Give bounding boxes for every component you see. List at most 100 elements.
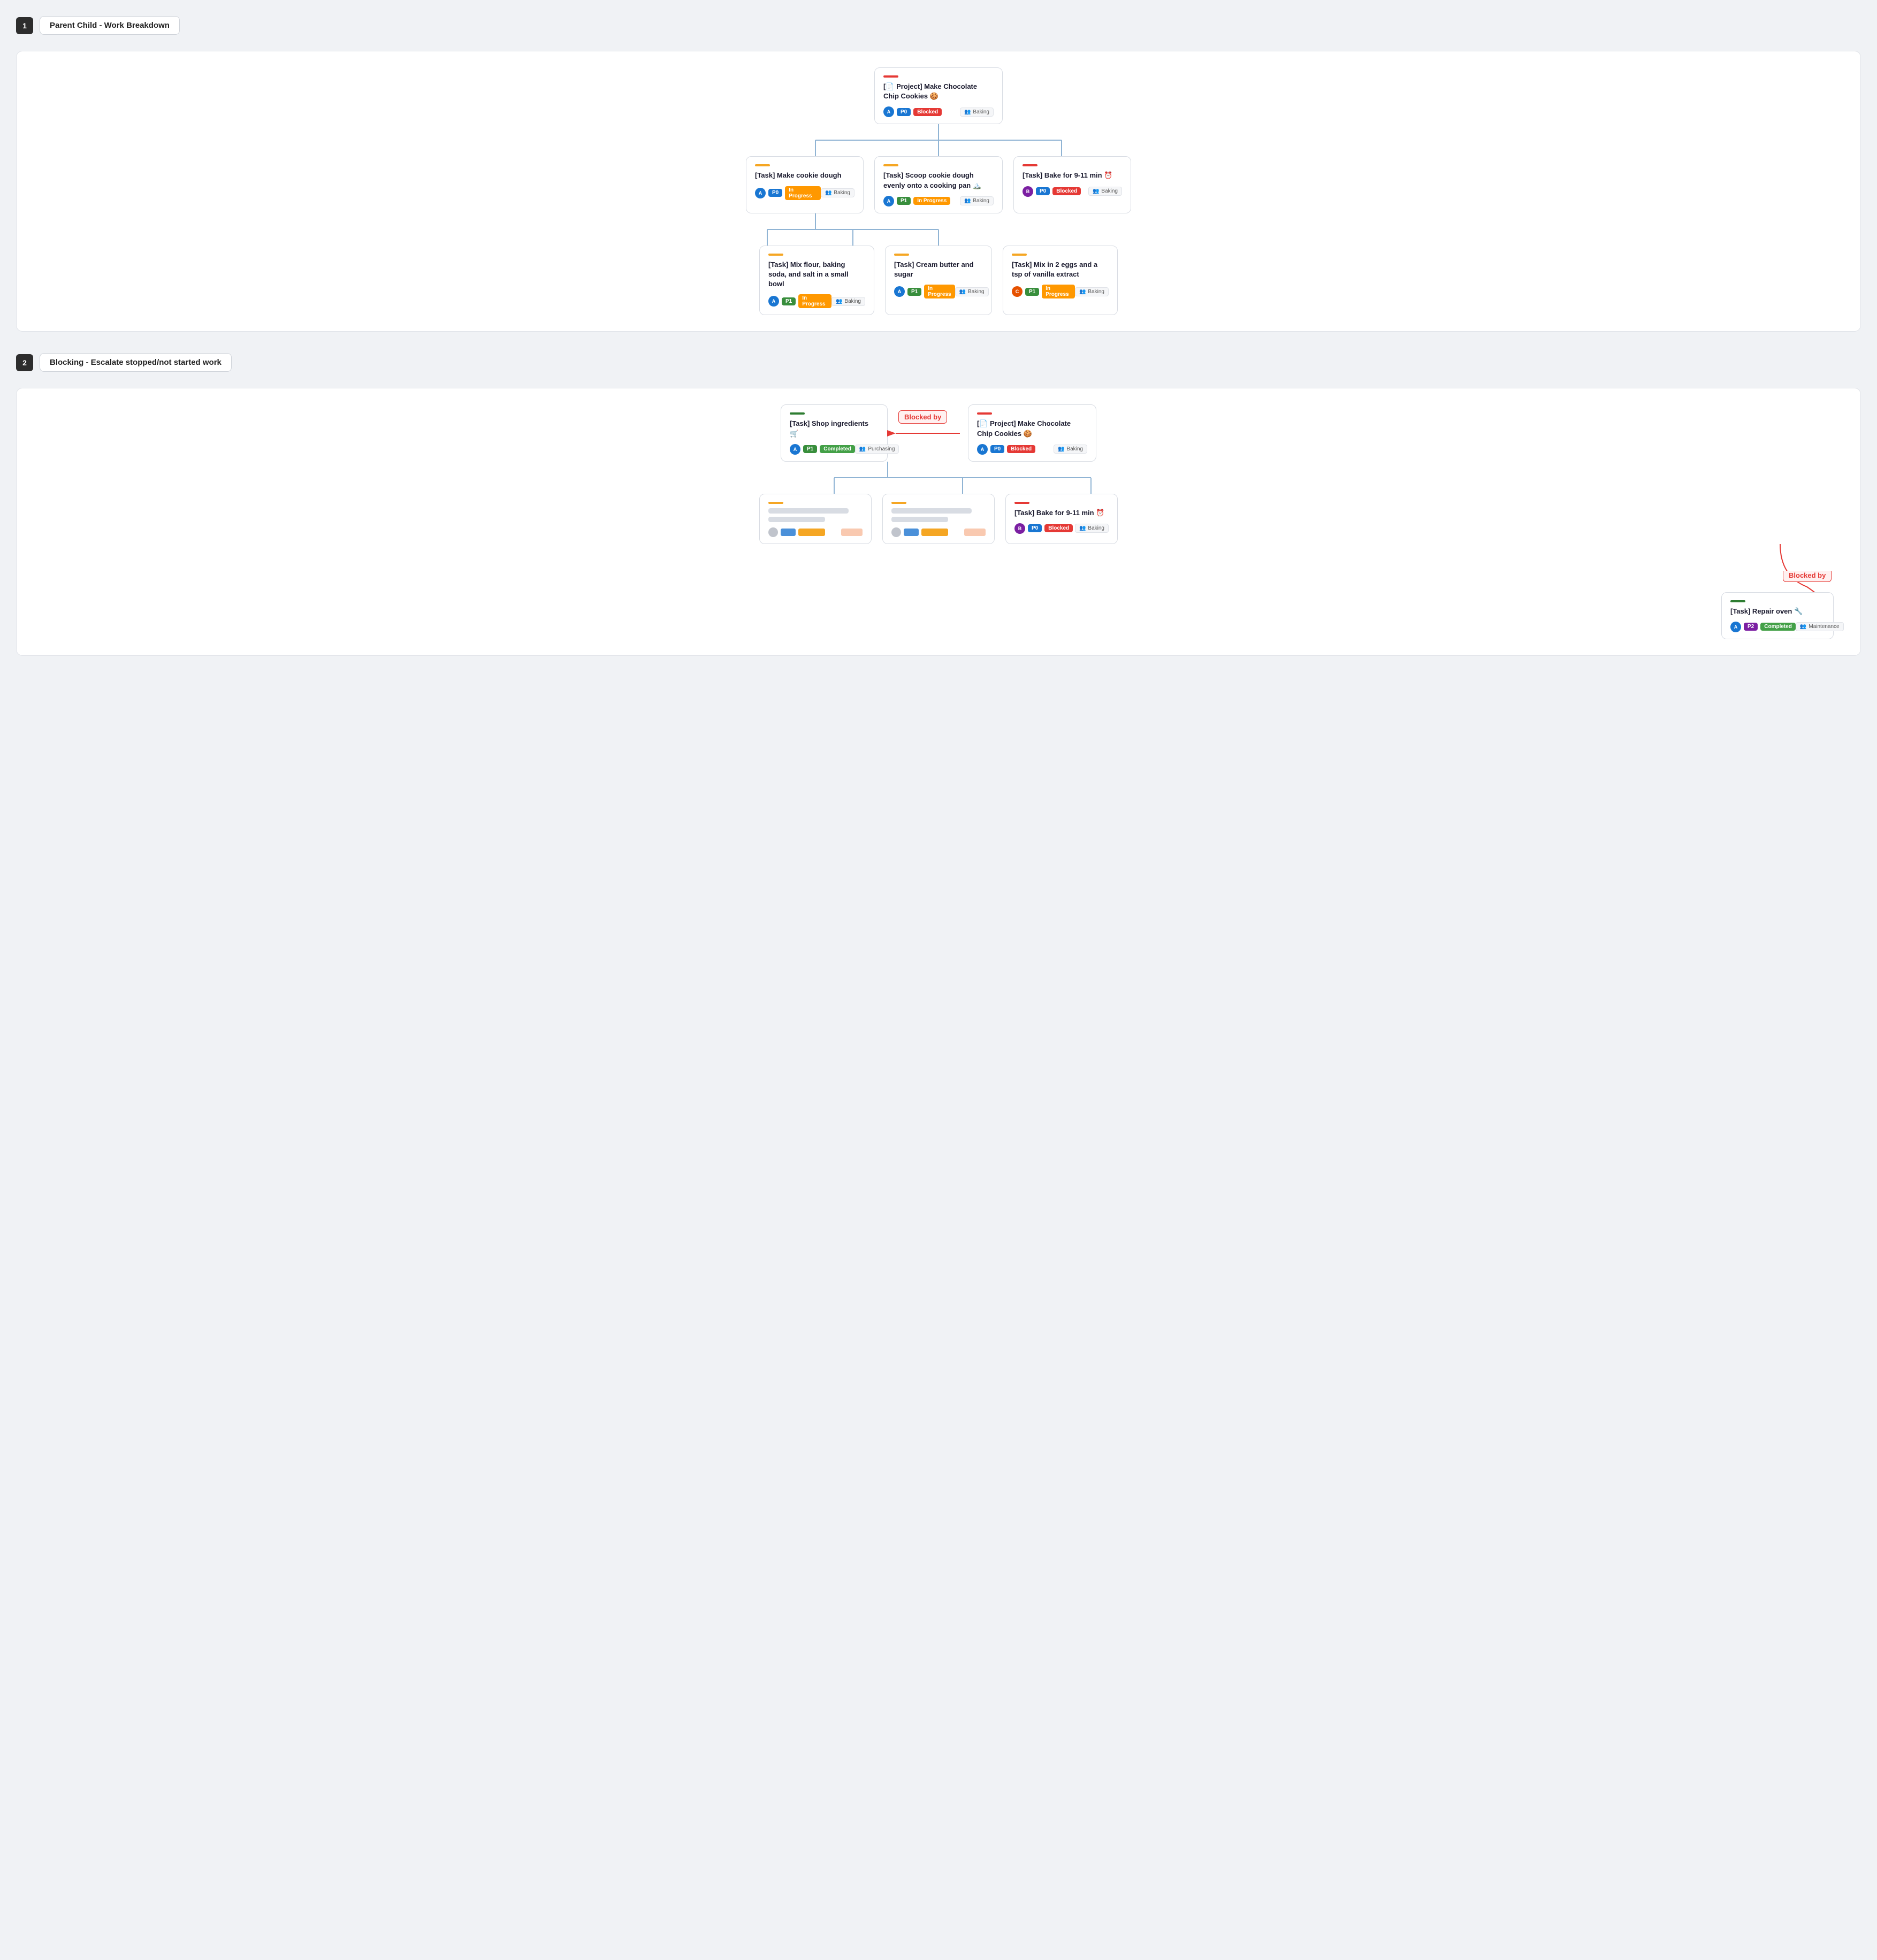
l1-card-0-s1[interactable]: [Task] Make cookie dough A P0 In Progres… bbox=[746, 156, 864, 213]
l1-card-0-priority: P0 bbox=[768, 189, 782, 197]
l1-card-2-accent bbox=[1023, 164, 1037, 166]
blurred-1-line2 bbox=[891, 517, 948, 522]
section-2: 2 Blocking - Escalate stopped/not starte… bbox=[16, 353, 1861, 656]
l2-card-0-status: In Progress bbox=[798, 294, 831, 308]
blurred-0-line1 bbox=[768, 508, 849, 514]
blurred-1-priority bbox=[904, 529, 919, 536]
connector-s2-root-l1 bbox=[823, 462, 1155, 494]
shop-card-accent bbox=[790, 412, 805, 415]
root-card-s2-accent bbox=[977, 412, 992, 415]
l2-card-2-avatar: C bbox=[1012, 286, 1023, 297]
repair-card-team: 👥 Maintenance bbox=[1796, 622, 1844, 631]
shop-card-status: Completed bbox=[820, 445, 855, 453]
section-1: 1 Parent Child - Work Breakdown [📄 Proje… bbox=[16, 16, 1861, 332]
repair-card-accent bbox=[1730, 600, 1745, 602]
s2-level1-row: [Task] Bake for 9-11 min ⏰ B P0 Blocked … bbox=[27, 494, 1850, 544]
l2-card-1-avatar: A bbox=[894, 286, 905, 297]
l1-card-1-s1[interactable]: [Task] Scoop cookie dough evenly onto a … bbox=[874, 156, 1003, 213]
section-1-title: Parent Child - Work Breakdown bbox=[40, 16, 180, 35]
l1-card-1-title: [Task] Scoop cookie dough evenly onto a … bbox=[883, 171, 994, 190]
root-card-footer-s1: A P0 Blocked 👥 Baking bbox=[883, 106, 994, 117]
bake-card-footer: B P0 Blocked 👥 Baking bbox=[1014, 523, 1109, 534]
shop-card-priority: P1 bbox=[803, 445, 817, 453]
l1-card-2-avatar: B bbox=[1023, 186, 1033, 197]
l1-card-0-avatar: A bbox=[755, 188, 766, 198]
bake-to-repair-container: Blocked by bbox=[27, 544, 1834, 608]
l1-card-2-priority: P0 bbox=[1036, 187, 1050, 195]
l2-card-1-accent bbox=[894, 254, 909, 256]
bake-card-team: 👥 Baking bbox=[1075, 524, 1109, 533]
l1-card-1-status: In Progress bbox=[913, 197, 950, 205]
l2-card-0-title: [Task] Mix flour, baking soda, and salt … bbox=[768, 260, 865, 289]
blocked-by-label-2: Blocked by bbox=[1783, 571, 1832, 582]
l2-card-0-priority: P1 bbox=[782, 297, 796, 305]
section-2-tree: [Task] Shop ingredients 🛒 A P1 Completed… bbox=[16, 388, 1861, 656]
level1-row-s1: [Task] Make cookie dough A P0 In Progres… bbox=[27, 156, 1850, 213]
root-card-s1[interactable]: [📄 Project] Make Chocolate Chip Cookies … bbox=[874, 67, 1003, 124]
l2-card-0-accent bbox=[768, 254, 783, 256]
blurred-0-accent bbox=[768, 502, 783, 504]
section-1-tree: [📄 Project] Make Chocolate Chip Cookies … bbox=[16, 51, 1861, 332]
section-2-title: Blocking - Escalate stopped/not started … bbox=[40, 353, 232, 372]
l2-card-0-s1[interactable]: [Task] Mix flour, baking soda, and salt … bbox=[759, 246, 874, 316]
l2-card-2-accent bbox=[1012, 254, 1027, 256]
l2-card-0-team: 👥 Baking bbox=[831, 297, 865, 306]
l1-card-0-title: [Task] Make cookie dough bbox=[755, 171, 854, 180]
blurred-card-1-s2 bbox=[882, 494, 995, 544]
repair-card-priority: P2 bbox=[1744, 623, 1758, 631]
l1-card-0-footer: A P0 In Progress 👥 Baking bbox=[755, 186, 854, 200]
l2-card-2-status: In Progress bbox=[1042, 285, 1075, 298]
blurred-1-avatar bbox=[891, 527, 901, 537]
l1-card-2-s1[interactable]: [Task] Bake for 9-11 min ⏰ B P0 Blocked … bbox=[1013, 156, 1131, 213]
l1-card-2-title: [Task] Bake for 9-11 min ⏰ bbox=[1023, 171, 1122, 180]
blurred-0-line2 bbox=[768, 517, 825, 522]
l2-card-2-footer: C P1 In Progress 👥 Baking bbox=[1012, 285, 1109, 298]
repair-card-avatar: A bbox=[1730, 622, 1741, 632]
root-card-s2-status: Blocked bbox=[1007, 445, 1035, 453]
root-card-s2[interactable]: [📄 Project] Make Chocolate Chip Cookies … bbox=[968, 404, 1096, 461]
bake-card-status: Blocked bbox=[1044, 524, 1073, 532]
shop-card-s2[interactable]: [Task] Shop ingredients 🛒 A P1 Completed… bbox=[781, 404, 888, 461]
blurred-0-status bbox=[798, 529, 825, 536]
blurred-1-footer bbox=[891, 527, 986, 537]
l2-card-1-priority: P1 bbox=[907, 288, 921, 296]
shop-card-title: [Task] Shop ingredients 🛒 bbox=[790, 419, 879, 438]
l1-card-1-avatar: A bbox=[883, 196, 894, 206]
connector-l1-l2 bbox=[751, 213, 1126, 246]
bake-card-priority: P0 bbox=[1028, 524, 1042, 532]
section-2-header: 2 Blocking - Escalate stopped/not starte… bbox=[16, 353, 1861, 372]
root-card-badges-s1: A P0 Blocked bbox=[883, 106, 942, 117]
l1-card-0-team: 👥 Baking bbox=[821, 188, 854, 197]
bake-card-accent bbox=[1014, 502, 1029, 504]
l1-card-1-accent bbox=[883, 164, 898, 166]
root-card-title-s1: [📄 Project] Make Chocolate Chip Cookies … bbox=[883, 82, 994, 101]
level2-row-s1: [Task] Mix flour, baking soda, and salt … bbox=[27, 246, 1850, 316]
l2-card-1-footer: A P1 In Progress 👥 Baking bbox=[894, 285, 983, 298]
blurred-1-line1 bbox=[891, 508, 972, 514]
l2-card-2-s1[interactable]: [Task] Mix in 2 eggs and a tsp of vanill… bbox=[1003, 246, 1118, 316]
l2-card-0-avatar: A bbox=[768, 296, 779, 307]
root-card-status-s1: Blocked bbox=[913, 108, 942, 116]
root-card-s2-footer: A P0 Blocked 👥 Baking bbox=[977, 444, 1087, 455]
root-card-s2-priority: P0 bbox=[990, 445, 1004, 453]
blurred-1-accent bbox=[891, 502, 906, 504]
connector-root-l1 bbox=[751, 124, 1126, 156]
l1-card-2-team: 👥 Baking bbox=[1088, 187, 1122, 196]
l2-card-0-footer: A P1 In Progress 👥 Baking bbox=[768, 294, 865, 308]
section-2-number: 2 bbox=[16, 354, 33, 371]
bake-card-s2[interactable]: [Task] Bake for 9-11 min ⏰ B P0 Blocked … bbox=[1005, 494, 1118, 544]
blurred-1-status bbox=[921, 529, 948, 536]
blurred-0-priority bbox=[781, 529, 796, 536]
blocked-by-arrow-container: Blocked by bbox=[893, 425, 968, 441]
l1-card-1-team: 👥 Baking bbox=[960, 196, 994, 205]
root-card-priority-s1: P0 bbox=[897, 108, 911, 116]
shop-card-team: 👥 Purchasing bbox=[855, 445, 899, 454]
l2-card-1-team: 👥 Baking bbox=[955, 287, 989, 296]
repair-card-status: Completed bbox=[1760, 623, 1796, 631]
blurred-card-0-s2 bbox=[759, 494, 872, 544]
repair-card-s2[interactable]: [Task] Repair oven 🔧 A P2 Completed 👥 Ma… bbox=[1721, 592, 1834, 639]
l2-card-2-priority: P1 bbox=[1025, 288, 1039, 296]
bake-card-avatar: B bbox=[1014, 523, 1025, 534]
root-card-s2-title: [📄 Project] Make Chocolate Chip Cookies … bbox=[977, 419, 1087, 438]
l2-card-1-s1[interactable]: [Task] Cream butter and sugar A P1 In Pr… bbox=[885, 246, 992, 316]
